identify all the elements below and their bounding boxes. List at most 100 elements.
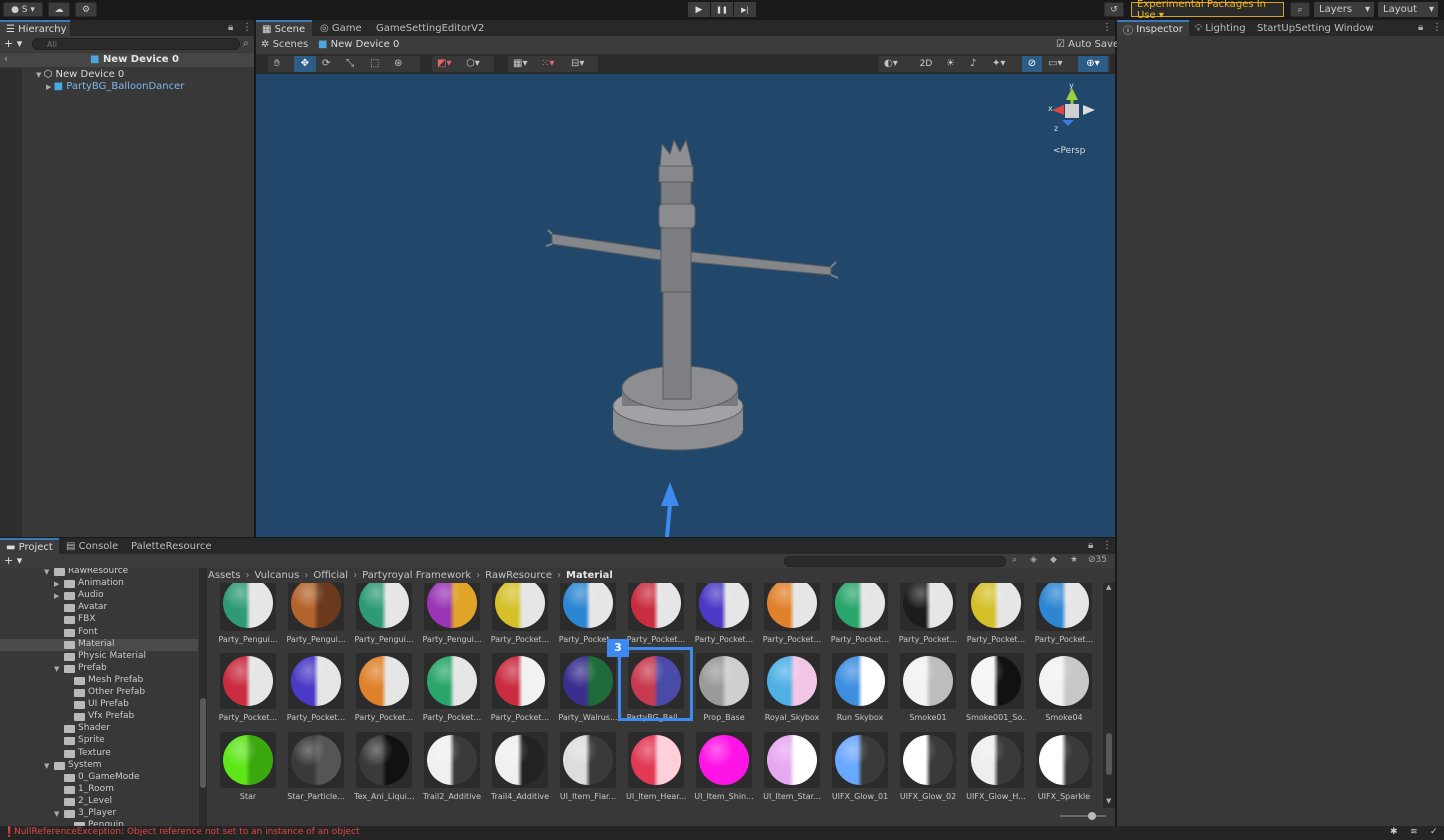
asset-item[interactable]: Smoke001_So... <box>966 653 1026 722</box>
lock-icon[interactable]: 🔒︎ <box>1088 540 1093 551</box>
asset-item[interactable]: Party_Pocket... <box>626 583 686 644</box>
tree-item[interactable]: Texture <box>0 748 198 760</box>
tab-lighting[interactable]: 💡︎ Lighting <box>1189 20 1252 36</box>
tab-scene[interactable]: ▦ Scene <box>256 20 312 36</box>
hierarchy-item-root[interactable]: ▼ ⬡ New Device 0 <box>36 69 124 80</box>
pivot-icon[interactable]: ⬡▾ <box>466 58 480 69</box>
tab-gamesettingeditor[interactable]: GameSettingEditorV2 <box>370 20 490 36</box>
global-icon[interactable]: ◩▾ <box>437 58 451 69</box>
tree-item[interactable]: Material <box>0 638 198 651</box>
increment-icon[interactable]: ⊟▾ <box>571 58 584 69</box>
collapse-icon[interactable]: ▶ <box>54 580 59 588</box>
tab-project[interactable]: ▬ Project <box>0 538 59 554</box>
rotate-tool-icon[interactable]: ⟳ <box>322 58 330 69</box>
debug-icon[interactable]: ✱ <box>1390 827 1398 837</box>
asset-item[interactable]: Prop_Base <box>694 653 754 722</box>
tree-item[interactable]: Other Prefab <box>0 687 198 699</box>
asset-item[interactable]: UI_Item_Flar... <box>558 732 618 801</box>
check-icon[interactable]: ✓ <box>1430 827 1438 837</box>
tree-item[interactable]: FBX <box>0 614 198 626</box>
audio-icon[interactable]: ♪ <box>970 58 976 69</box>
expand-icon[interactable]: ▼ <box>54 810 59 818</box>
lock-icon[interactable]: 🔒︎ <box>228 22 233 33</box>
asset-item[interactable]: Party_Pocket... <box>354 653 414 722</box>
search-filter-icon[interactable]: ⌕ <box>243 38 249 49</box>
lock-icon[interactable]: 🔒︎ <box>1418 22 1423 33</box>
zoom-slider-thumb[interactable] <box>1088 812 1096 820</box>
pause-button[interactable]: ❚❚ <box>711 2 733 17</box>
lighting-icon[interactable]: ☀ <box>946 58 955 69</box>
collapse-icon[interactable]: ▶ <box>54 592 59 600</box>
tree-item[interactable]: Mesh Prefab <box>0 675 198 687</box>
scene-viewport[interactable]: y x z <Persp <box>256 74 1115 537</box>
history-icon[interactable]: ↺ <box>1104 2 1124 17</box>
asset-item[interactable]: UIFX_Glow_02 <box>898 732 958 801</box>
account-dropdown[interactable]: ● S ▾ <box>3 2 43 17</box>
scroll-up-icon[interactable]: ▲ <box>1106 583 1111 591</box>
asset-item[interactable]: UIFX_Glow_H... <box>966 732 1026 801</box>
asset-item[interactable]: Party_Pengui... <box>422 583 482 644</box>
tab-startupsetting[interactable]: StartUpSetting Window <box>1251 20 1380 36</box>
asset-item[interactable]: Star_Particle... <box>286 732 346 801</box>
asset-item[interactable]: Party_Pocket... <box>490 653 550 722</box>
scroll-down-icon[interactable]: ▼ <box>1106 797 1111 805</box>
asset-item[interactable]: Party_Pocket... <box>286 653 346 722</box>
tree-item[interactable]: 0_GameMode <box>0 772 198 784</box>
asset-item[interactable]: UIFX_Sparkle <box>1034 732 1094 801</box>
gizmos-icon[interactable]: ⊕▾ <box>1078 56 1108 72</box>
filter-label-icon[interactable]: ◈ <box>1030 555 1037 565</box>
progress-icon[interactable]: ≋ <box>1410 827 1418 837</box>
back-icon[interactable]: ‹ <box>4 54 8 65</box>
asset-item[interactable]: Star <box>218 732 278 801</box>
asset-item[interactable]: Run Skybox <box>830 653 890 722</box>
add-button[interactable]: + ▾ <box>4 37 22 50</box>
asset-item[interactable]: Trail2_Additive <box>422 732 482 801</box>
asset-item[interactable]: Party_Pengui... <box>218 583 278 644</box>
breadcrumb-current[interactable]: ■ New Device 0 <box>318 39 399 50</box>
hidden-objects-icon[interactable]: ⊘ <box>1022 56 1042 72</box>
tag-icon[interactable]: ◆ <box>1050 555 1057 565</box>
breadcrumb-item[interactable]: RawResource <box>485 570 552 581</box>
tree-item[interactable]: ▼ System <box>0 760 198 772</box>
tab-hierarchy[interactable]: ☰ Hierarchy <box>0 20 70 36</box>
asset-item[interactable]: Party_Pocket... <box>694 583 754 644</box>
tab-inspector[interactable]: ⓘ Inspector <box>1117 20 1189 37</box>
tree-item[interactable]: Font <box>0 627 198 639</box>
layers-dropdown[interactable]: Layers ▾ <box>1314 2 1374 17</box>
breadcrumb-root[interactable]: ✲ Scenes <box>261 39 308 50</box>
hierarchy-search-input[interactable] <box>32 38 240 50</box>
tree-item[interactable]: 2_Level <box>0 796 198 808</box>
expand-icon[interactable]: ▼ <box>44 568 49 576</box>
asset-item[interactable]: Party_Pocket... <box>490 583 550 644</box>
shading-icon[interactable]: ◐▾ <box>884 58 898 69</box>
collab-icon[interactable]: ⚙ <box>75 2 97 17</box>
tree-item[interactable]: Shader <box>0 723 198 735</box>
menu-icon[interactable]: ⋮ <box>1432 22 1442 33</box>
asset-item[interactable]: UI_Item_Shin... <box>694 732 754 801</box>
breadcrumb-item[interactable]: Partyroyal Framework <box>362 570 471 581</box>
asset-item[interactable]: Party_Pocket... <box>218 653 278 722</box>
tree-item[interactable]: UI Prefab <box>0 699 198 711</box>
tab-paletteresource[interactable]: PaletteResource <box>125 538 218 554</box>
asset-item[interactable]: UI_Item_Hear... <box>626 732 686 801</box>
perspective-label[interactable]: <Persp <box>1053 146 1085 156</box>
star-icon[interactable]: ★ <box>1070 555 1078 565</box>
asset-item[interactable]: Party_Pocket... <box>898 583 958 644</box>
snap-icon[interactable]: ⁙▾ <box>541 58 554 69</box>
asset-item[interactable]: Party_Pengui... <box>354 583 414 644</box>
asset-item[interactable]: Smoke04 <box>1034 653 1094 722</box>
asset-item[interactable]: Party_Pocket... <box>422 653 482 722</box>
tree-item[interactable]: ▼ Prefab <box>0 663 198 675</box>
breadcrumb-item[interactable]: Assets <box>208 570 241 581</box>
tree-item[interactable]: ▼ RawResource <box>0 568 198 578</box>
camera-icon[interactable]: ▭▾ <box>1048 58 1062 69</box>
move-tool-icon[interactable]: ✥ <box>294 56 316 72</box>
breadcrumb-item[interactable]: Material <box>566 570 613 581</box>
tab-console[interactable]: ▤ Console <box>60 538 124 554</box>
project-search-input[interactable] <box>784 556 1006 567</box>
autosave-toggle[interactable]: ☑ Auto Save <box>1056 39 1119 50</box>
menu-icon[interactable]: ⋮ <box>1102 540 1112 551</box>
create-button[interactable]: + ▾ <box>4 554 22 567</box>
asset-item[interactable]: Smoke01 <box>898 653 958 722</box>
tree-item[interactable]: Sprite <box>0 735 198 747</box>
